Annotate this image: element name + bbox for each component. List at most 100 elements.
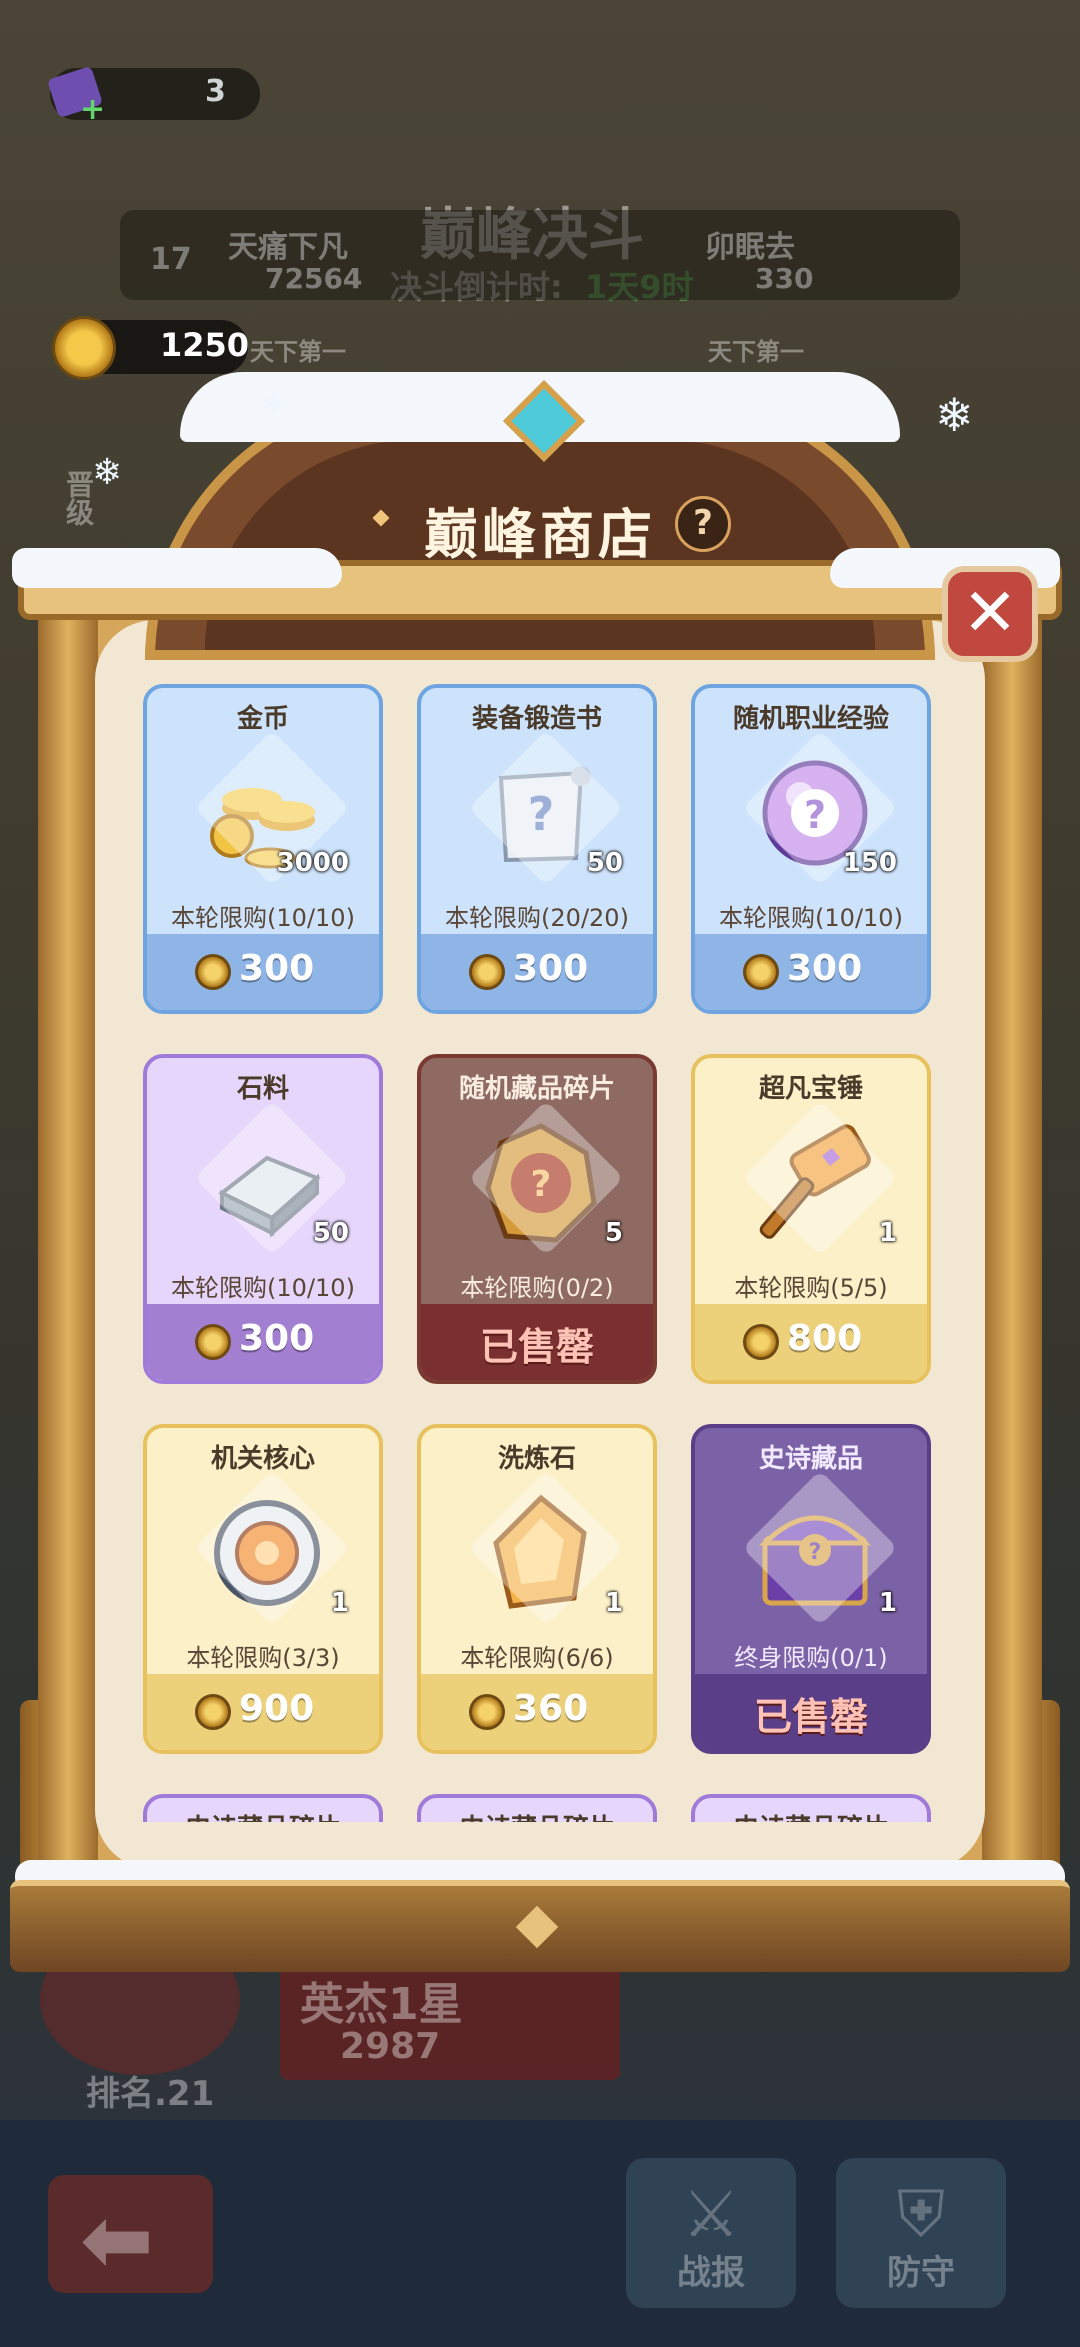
trophy-coin-icon	[195, 1694, 231, 1730]
purchase-limit: 本轮限购(10/10)	[171, 904, 355, 932]
shop-item-card[interactable]: 超凡宝锤 1 本轮限购(5/5) 800	[691, 1054, 931, 1384]
item-price: 800	[787, 1318, 863, 1359]
shop-item-card[interactable]: 史诗藏品碎片	[143, 1794, 383, 1822]
shop-item-card[interactable]: 石料 50 本轮限购(10/10) 300	[143, 1054, 383, 1384]
item-name: 石料	[236, 1074, 289, 1104]
trophy-coin-icon	[52, 316, 116, 380]
trophy-coin-icon	[469, 954, 505, 990]
battle-report-label: 战报	[677, 2253, 745, 2293]
shop-item-card[interactable]: 史诗藏品? 1 终身限购(0/1) 已售罄	[691, 1424, 931, 1754]
shop-item-card[interactable]: 随机职业经验? 150 本轮限购(10/10) 300	[691, 684, 931, 1014]
trophy-coin-icon	[743, 1324, 779, 1360]
purchase-limit: 本轮限购(20/20)	[445, 904, 629, 932]
back-arrow-icon: ⬅	[80, 2188, 154, 2291]
item-quantity: 3000	[276, 848, 349, 878]
my-rank-title: 英杰1星	[300, 1979, 463, 2030]
purchase-limit: 本轮限购(0/2)	[460, 1274, 614, 1302]
sold-out-footer: 已售罄	[421, 1304, 653, 1380]
purchase-limit: 本轮限购(6/6)	[460, 1644, 614, 1672]
shop-item-card[interactable]: 金币 3000 本轮限购(10/10) 300	[143, 684, 383, 1014]
item-name: 随机职业经验	[732, 704, 889, 734]
item-quantity: 1	[604, 1588, 623, 1618]
shop-item-card[interactable]: 洗炼石 1 本轮限购(6/6) 360	[417, 1424, 657, 1754]
trophy-coin-icon	[469, 1694, 505, 1730]
close-button[interactable]: ✕	[942, 566, 1038, 662]
buy-button[interactable]: 900	[147, 1674, 379, 1750]
item-price: 900	[239, 1688, 315, 1729]
snowflake-icon: ❄	[92, 452, 123, 493]
item-name: 随机藏品碎片	[458, 1074, 615, 1104]
right-pillar	[982, 600, 1042, 1880]
buy-button[interactable]: 800	[695, 1304, 927, 1380]
item-price: 300	[239, 948, 315, 989]
left-player-rank: 17	[150, 242, 192, 277]
buy-button[interactable]: 300	[147, 934, 379, 1010]
mechanism-core-icon	[192, 1470, 350, 1626]
snowflake-icon: ❄	[935, 388, 974, 442]
buy-button[interactable]: 300	[695, 934, 927, 1010]
item-price: 300	[787, 948, 863, 989]
item-quantity: 1	[878, 1218, 897, 1248]
item-price: 360	[513, 1688, 589, 1729]
right-player-score: 330	[755, 262, 814, 295]
item-name: 超凡宝锤	[758, 1074, 863, 1104]
item-name: 装备锻造书	[471, 704, 602, 734]
item-name: 洗炼石	[497, 1444, 576, 1474]
purchase-limit: 本轮限购(10/10)	[171, 1274, 355, 1302]
purchase-limit: 本轮限购(10/10)	[719, 904, 903, 932]
left-rank-badge: 天下第一	[250, 338, 346, 366]
item-quantity: 50	[312, 1218, 349, 1248]
shop-item-card[interactable]: 装备锻造书? 50 本轮限购(20/20) 300	[417, 684, 657, 1014]
item-quantity: 1	[878, 1588, 897, 1618]
trophy-balance-value: 1250	[160, 326, 250, 364]
shop-item-card[interactable]: 史诗藏品碎片	[417, 1794, 657, 1822]
buy-button[interactable]: 360	[421, 1674, 653, 1750]
purchase-limit: 本轮限购(5/5)	[734, 1274, 888, 1302]
item-price: 300	[513, 948, 589, 989]
item-name: 史诗藏品碎片	[695, 1808, 927, 1822]
hammer-icon	[740, 1100, 898, 1256]
shield-icon: ⛨	[897, 2178, 945, 2252]
item-quantity: 150	[842, 848, 897, 878]
defense-label: 防守	[887, 2253, 955, 2293]
sold-out-label: 已售罄	[479, 1325, 594, 1369]
shop-item-card[interactable]: 机关核心 1 本轮限购(3/3) 900	[143, 1424, 383, 1754]
snowflake-icon: ❄	[262, 390, 284, 420]
epic-chest-icon: ?	[740, 1470, 898, 1626]
shop-item-card[interactable]: 史诗藏品碎片	[691, 1794, 931, 1822]
my-rank-position: 排名.21	[86, 2074, 215, 2114]
collectible-fragment-icon: ?	[466, 1100, 624, 1256]
item-name: 史诗藏品碎片	[147, 1808, 379, 1822]
item-price: 300	[239, 1318, 315, 1359]
item-name: 机关核心	[210, 1444, 315, 1474]
item-quantity: 50	[586, 848, 623, 878]
shop-item-grid[interactable]: 金币 3000 本轮限购(10/10) 300 装备锻造书? 50 本轮限购(20/20) 3…	[95, 640, 985, 1822]
sold-out-footer: 已售罄	[695, 1674, 927, 1750]
close-icon: ✕	[962, 574, 1018, 651]
left-pillar	[38, 600, 98, 1880]
left-player-score: 72564	[265, 262, 363, 295]
my-score: 2987	[340, 2026, 441, 2067]
sold-out-label: 已售罄	[753, 1695, 868, 1739]
trophy-coin-icon	[195, 1324, 231, 1360]
buy-button[interactable]: 300	[147, 1304, 379, 1380]
purchase-limit: 本轮限购(3/3)	[186, 1644, 340, 1672]
shop-title: 巅峰商店	[424, 503, 656, 566]
crossed-swords-icon: ⚔	[682, 2178, 740, 2252]
battle-report-button[interactable]: ⚔ 战报	[626, 2158, 796, 2308]
shop-help-button[interactable]: ?	[675, 496, 731, 552]
item-name: 金币	[236, 704, 289, 734]
item-quantity: 1	[330, 1588, 349, 1618]
item-name: 史诗藏品	[758, 1444, 863, 1474]
refine-stone-icon	[466, 1470, 624, 1626]
defense-button[interactable]: ⛨ 防守	[836, 2158, 1006, 2308]
ticket-count: 3	[205, 74, 226, 109]
item-quantity: 5	[604, 1218, 623, 1248]
buy-button[interactable]: 300	[421, 934, 653, 1010]
shop-item-card[interactable]: 随机藏品碎片? 5 本轮限购(0/2) 已售罄	[417, 1054, 657, 1384]
right-rank-badge: 天下第一	[708, 338, 804, 366]
add-ticket-icon[interactable]: +	[80, 92, 105, 127]
trophy-coin-icon	[743, 954, 779, 990]
right-player-name: 卯眠去	[705, 230, 795, 265]
left-player-name: 天痛下凡	[228, 230, 348, 265]
